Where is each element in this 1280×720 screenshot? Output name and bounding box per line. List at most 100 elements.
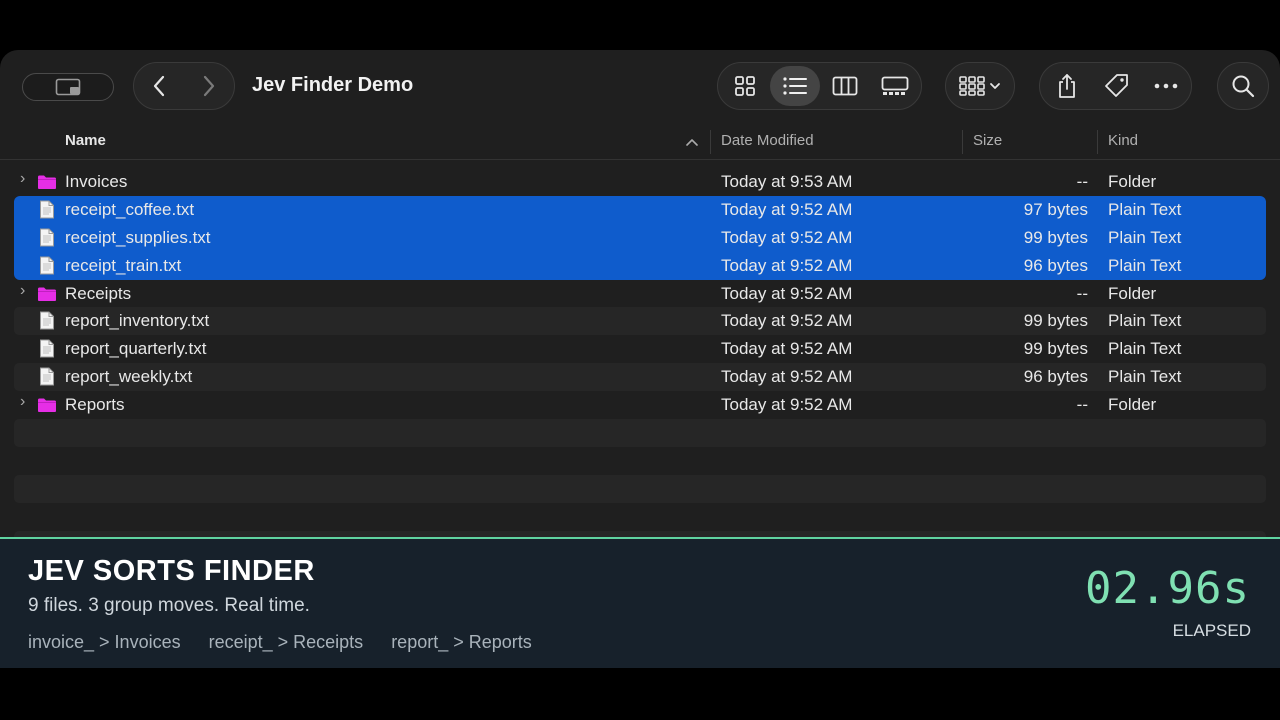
file-name: receipt_coffee.txt <box>65 199 195 219</box>
file-kind: Plain Text <box>1108 227 1182 247</box>
list-view-icon <box>783 77 807 95</box>
file-row[interactable]: receipt_coffee.txt Today at 9:52 AM 97 byt… <box>14 195 1266 224</box>
document-icon <box>40 228 54 247</box>
file-date: Today at 9:52 AM <box>721 311 853 331</box>
file-kind: Folder <box>1108 395 1157 415</box>
file-name: Receipts <box>65 283 132 303</box>
file-row[interactable]: › Receipts Today at 9:52 AM -- Folder <box>14 280 1266 308</box>
file-size: 97 bytes <box>1023 199 1088 219</box>
column-separator <box>962 130 963 154</box>
elapsed-timer: 02.96s <box>1085 563 1250 614</box>
file-date: Today at 9:52 AM <box>721 283 853 303</box>
file-name: Reports <box>65 395 125 415</box>
more-icon <box>1154 83 1178 89</box>
empty-row <box>14 447 1266 475</box>
gallery-view-icon <box>881 76 909 95</box>
file-row[interactable]: report_weekly.txt Today at 9:52 AM 96 byte… <box>14 363 1266 392</box>
forward-button[interactable] <box>184 66 234 106</box>
back-button[interactable] <box>134 66 184 106</box>
overlay-rule: receipt_ > Receipts <box>208 632 364 652</box>
empty-row <box>14 419 1266 447</box>
file-kind: Folder <box>1108 283 1157 303</box>
document-icon <box>40 339 54 358</box>
file-size: 99 bytes <box>1023 311 1088 331</box>
file-list: › Invoices Today at 9:53 AM -- Folder receipt… <box>14 168 1266 540</box>
column-header-size[interactable]: Size <box>973 132 1002 149</box>
file-kind: Plain Text <box>1108 339 1182 359</box>
file-name: receipt_supplies.txt <box>65 227 211 247</box>
overlay-subtitle: 9 files. 3 group moves. Real time. <box>28 595 310 616</box>
sort-ascending-icon <box>686 139 698 146</box>
column-separator <box>710 130 711 154</box>
file-name: report_inventory.txt <box>65 311 210 331</box>
file-row[interactable]: report_quarterly.txt Today at 9:52 AM 99 b… <box>14 335 1266 363</box>
gallery-view-button[interactable] <box>870 66 920 106</box>
disclosure-chevron-icon[interactable]: › <box>20 393 25 411</box>
file-name: Invoices <box>65 172 128 191</box>
file-kind: Plain Text <box>1108 255 1182 275</box>
column-separator <box>1097 130 1098 154</box>
file-kind: Folder <box>1108 172 1157 191</box>
search-button[interactable] <box>1217 62 1269 110</box>
file-kind: Plain Text <box>1108 199 1182 219</box>
file-name: receipt_train.txt <box>65 255 182 275</box>
empty-row <box>14 503 1266 531</box>
file-name: report_weekly.txt <box>65 367 193 387</box>
column-header: Name Date Modified Size Kind <box>0 124 1280 160</box>
file-date: Today at 9:52 AM <box>721 339 853 359</box>
tag-button[interactable] <box>1092 66 1142 106</box>
file-date: Today at 9:52 AM <box>721 255 853 275</box>
file-size: 96 bytes <box>1023 367 1088 387</box>
disclosure-chevron-icon[interactable]: › <box>20 282 25 300</box>
document-icon <box>40 256 54 275</box>
elapsed-label: ELAPSED <box>1172 621 1251 640</box>
overlay-rules: invoice_ > Invoices receipt_ > Receipts … <box>28 632 532 653</box>
column-view-icon <box>832 76 858 96</box>
group-by-button[interactable] <box>945 62 1015 110</box>
file-kind: Plain Text <box>1108 311 1182 331</box>
file-row[interactable]: report_inventory.txt Today at 9:52 AM 99 b… <box>14 307 1266 336</box>
document-icon <box>40 200 54 219</box>
file-size: 99 bytes <box>1023 339 1088 359</box>
grid-view-icon <box>735 76 755 96</box>
file-size: -- <box>1076 395 1088 415</box>
file-date: Today at 9:52 AM <box>721 395 853 415</box>
file-size: -- <box>1076 283 1088 303</box>
file-date: Today at 9:52 AM <box>721 367 853 387</box>
more-button[interactable] <box>1141 66 1191 106</box>
sidebar-toggle-button[interactable] <box>22 73 114 101</box>
folder-icon <box>38 398 56 413</box>
column-header-date[interactable]: Date Modified <box>721 132 814 149</box>
share-button[interactable] <box>1042 66 1092 106</box>
file-row[interactable]: receipt_train.txt Today at 9:52 AM 96 byte… <box>14 251 1266 280</box>
file-size: -- <box>1076 172 1088 191</box>
finder-window: Jev Finder Demo Name Date Modified Size … <box>0 50 1280 540</box>
file-row[interactable]: › Reports Today at 9:52 AM -- Folder <box>14 391 1266 419</box>
file-size: 96 bytes <box>1023 255 1088 275</box>
navigation-group <box>133 62 235 110</box>
file-date: Today at 9:52 AM <box>721 227 853 247</box>
overlay-title: JEV SORTS FINDER <box>28 555 315 587</box>
folder-icon <box>38 287 56 301</box>
file-date: Today at 9:53 AM <box>721 172 853 191</box>
grid-view-button[interactable] <box>720 66 770 106</box>
caption-overlay: JEV SORTS FINDER 9 files. 3 group moves.… <box>0 537 1280 668</box>
group-icon <box>959 76 1000 96</box>
column-view-button[interactable] <box>820 66 870 106</box>
sidebar-icon <box>55 78 81 96</box>
file-row[interactable]: receipt_supplies.txt Today at 9:52 AM 99 b… <box>14 223 1266 252</box>
share-icon <box>1058 74 1075 98</box>
toolbar: Jev Finder Demo <box>0 50 1280 124</box>
list-view-button[interactable] <box>770 66 820 106</box>
column-header-kind[interactable]: Kind <box>1108 132 1138 149</box>
folder-icon <box>38 175 56 189</box>
actions-group <box>1039 62 1192 110</box>
search-icon <box>1232 75 1255 98</box>
file-row[interactable]: › Invoices Today at 9:53 AM -- Folder <box>14 168 1266 196</box>
file-size: 99 bytes <box>1023 227 1088 247</box>
disclosure-chevron-icon[interactable]: › <box>20 170 25 188</box>
empty-row <box>14 474 1266 503</box>
column-header-name[interactable]: Name <box>65 132 106 149</box>
overlay-rule: report_ > Reports <box>391 632 532 652</box>
window-title: Jev Finder Demo <box>252 74 414 96</box>
